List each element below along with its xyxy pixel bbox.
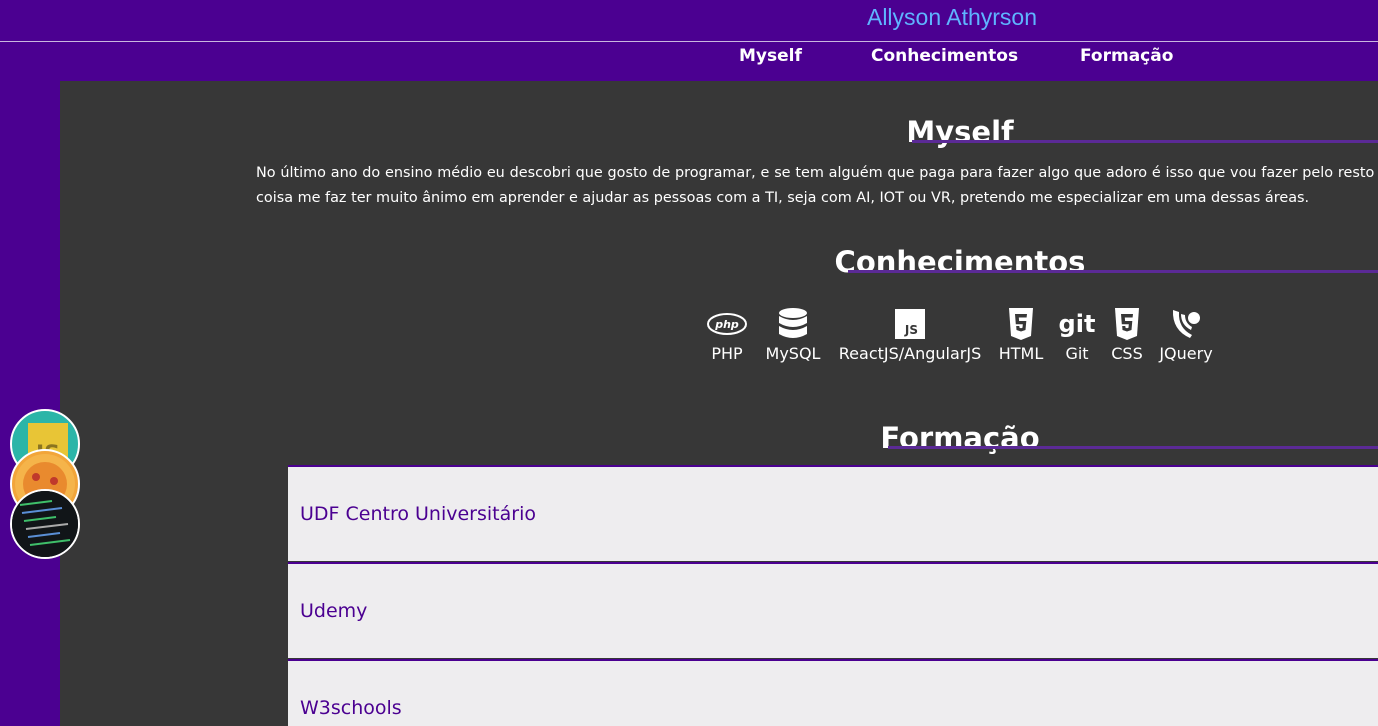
- education-card-w3schools[interactable]: W3schools: [288, 659, 1378, 726]
- education-name: W3schools: [300, 697, 402, 719]
- nav-conhecimentos[interactable]: Conhecimentos: [871, 46, 1018, 66]
- skill-label: ReactJS/AngularJS: [838, 344, 982, 363]
- skill-label: CSS: [1111, 344, 1143, 363]
- js-icon: JS: [895, 306, 925, 342]
- html5-icon: [1008, 306, 1034, 342]
- skills-title-underline: [848, 270, 1378, 273]
- skill-label: HTML: [998, 344, 1044, 363]
- education-title: Formação: [880, 421, 1040, 455]
- git-icon: git: [1058, 310, 1096, 338]
- skill-label: MySQL: [765, 344, 821, 363]
- code-screen-bubble[interactable]: [10, 489, 80, 559]
- database-icon: [778, 306, 808, 342]
- header-divider: [0, 41, 1378, 42]
- skill-label: Git: [1065, 344, 1089, 363]
- education-card-udf[interactable]: UDF Centro Universitário: [288, 465, 1378, 561]
- education-title-underline: [888, 446, 1378, 449]
- myself-title-underline: [912, 140, 1378, 143]
- jquery-icon: [1170, 306, 1202, 342]
- svg-text:php: php: [714, 318, 739, 331]
- skill-label: JQuery: [1159, 344, 1213, 363]
- css3-icon: [1114, 306, 1140, 342]
- svg-text:JS: JS: [904, 323, 918, 337]
- myself-text: No último ano do ensino médio eu descobr…: [256, 165, 1378, 206]
- education-name: Udemy: [300, 600, 368, 622]
- myself-title: Myself: [906, 115, 1014, 149]
- skills-title: Conhecimentos: [834, 245, 1086, 279]
- skill-label: PHP: [711, 344, 743, 363]
- php-icon: php: [706, 306, 748, 342]
- education-card-udemy[interactable]: Udemy: [288, 562, 1378, 658]
- nav-formacao[interactable]: Formação: [1080, 46, 1173, 66]
- nav-myself[interactable]: Myself: [739, 46, 802, 66]
- main-content: Myself No último ano do ensino médio eu …: [60, 81, 1378, 726]
- site-title: Allyson Athyrson: [866, 4, 1038, 30]
- education-name: UDF Centro Universitário: [300, 503, 536, 525]
